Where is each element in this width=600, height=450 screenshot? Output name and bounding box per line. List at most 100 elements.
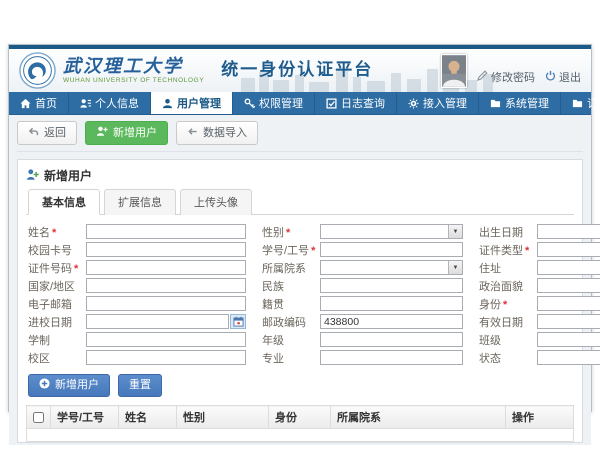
gender-label: 性别*: [262, 224, 320, 240]
native-place-input[interactable]: [320, 296, 463, 311]
major-label: 专业: [262, 350, 320, 366]
gender-field: 性别* ▼: [262, 224, 463, 239]
address-input[interactable]: [537, 260, 600, 275]
panel-tab-3[interactable]: 上传头像: [180, 189, 252, 215]
name-field: 姓名*: [28, 224, 246, 239]
change-password-label: 修改密码: [491, 69, 535, 85]
student-id-label: 学号/工号*: [262, 242, 320, 258]
folder-icon: [572, 98, 583, 109]
nav-tab-8[interactable]: 订阅管理: [561, 92, 600, 114]
import-arrow-icon: [187, 126, 198, 141]
required-asterisk: *: [52, 227, 56, 239]
nav-tab-1[interactable]: 首页: [9, 92, 69, 114]
platform-title: 统一身份认证平台: [221, 55, 373, 86]
chevron-down-icon[interactable]: ▼: [448, 225, 462, 238]
political-status-input[interactable]: [537, 278, 600, 293]
name-input[interactable]: [86, 224, 246, 239]
campus-input[interactable]: [86, 350, 246, 365]
email-label: 电子邮箱: [28, 296, 86, 312]
university-logo-icon: [19, 52, 56, 89]
department-select[interactable]: ▼: [320, 260, 463, 275]
country-region-field: 国家/地区: [28, 278, 246, 293]
data-import-button[interactable]: 数据导入: [176, 121, 258, 145]
id-number-input[interactable]: [86, 260, 246, 275]
school-system-label: 学制: [28, 332, 86, 348]
nav-tab-3[interactable]: 用户管理: [151, 92, 233, 114]
student-id-input[interactable]: [320, 242, 463, 257]
student-id-field: 学号/工号*: [262, 242, 463, 257]
plus-circle-icon: [39, 378, 50, 393]
ethnicity-input[interactable]: [320, 278, 463, 293]
submit-add-user-button[interactable]: 新增用户: [28, 374, 110, 397]
department-field: 所属院系 ▼: [262, 260, 463, 275]
email-input[interactable]: [86, 296, 246, 311]
add-user-toolbar-button[interactable]: 新增用户: [85, 121, 168, 145]
folder-icon: [490, 98, 501, 109]
user-table: 学号/工号姓名性别身份所属院系操作: [26, 405, 574, 442]
school-system-input[interactable]: [86, 332, 246, 347]
nav-tab-5[interactable]: 日志查询: [315, 92, 397, 114]
reset-button[interactable]: 重置: [118, 374, 162, 397]
power-icon: [545, 70, 556, 84]
home-icon: [20, 98, 31, 109]
name-label: 姓名*: [28, 224, 86, 240]
key-icon: [244, 98, 255, 109]
nav-tab-4[interactable]: 权限管理: [233, 92, 315, 114]
country-region-input[interactable]: [86, 278, 246, 293]
ethnicity-label: 民族: [262, 278, 320, 294]
campus-card-field: 校园卡号: [28, 242, 246, 257]
nav-tab-label: 接入管理: [423, 95, 467, 111]
country-region-label: 国家/地区: [28, 278, 86, 294]
campus-card-input[interactable]: [86, 242, 246, 257]
user-form: 姓名*性别*▼出生日期校园卡号学号/工号*证件类型*证件号码*所属院系▼住址国家…: [26, 215, 574, 370]
class-input[interactable]: [537, 332, 600, 347]
postal-code-input[interactable]: [320, 314, 463, 329]
reset-label: 重置: [129, 379, 151, 392]
campus-card-label: 校园卡号: [28, 242, 86, 258]
nav-tab-label: 首页: [35, 95, 57, 111]
grade-input[interactable]: [320, 332, 463, 347]
user-icon: [162, 98, 173, 109]
form-actions: 新增用户 重置: [26, 370, 574, 405]
status-label: 状态: [479, 350, 537, 366]
status-field: 状态: [479, 350, 600, 365]
address-label: 住址: [479, 260, 537, 276]
user-card-icon: [80, 98, 91, 109]
add-user-panel: 新增用户 基本信息扩展信息上传头像 姓名*性别*▼出生日期校园卡号学号/工号*证…: [17, 159, 583, 443]
nav-tab-7[interactable]: 系统管理: [479, 92, 561, 114]
gender-select[interactable]: ▼: [320, 224, 463, 239]
university-name-cn: 武汉理工大学: [63, 57, 204, 77]
calendar-icon[interactable]: [230, 314, 246, 329]
logout-link[interactable]: 退出: [545, 69, 581, 85]
user-plus-icon: [96, 125, 108, 141]
nav-tab-2[interactable]: 个人信息: [69, 92, 151, 114]
postal-code-field: 邮政编码: [262, 314, 463, 329]
entry-date-input[interactable]: [86, 314, 229, 329]
identity-input[interactable]: [537, 296, 600, 311]
chevron-down-icon[interactable]: ▼: [448, 261, 462, 274]
id-type-input[interactable]: [537, 242, 600, 257]
table-empty-row: [27, 429, 574, 442]
table-header-3: 性别: [177, 406, 269, 429]
nav-tab-6[interactable]: 接入管理: [397, 92, 479, 114]
birth-date-field: 出生日期: [479, 224, 600, 239]
panel-tab-1[interactable]: 基本信息: [28, 189, 100, 215]
status-input[interactable]: [537, 350, 600, 365]
department-label: 所属院系: [262, 260, 320, 276]
nav-tab-label: 用户管理: [177, 95, 221, 111]
major-input[interactable]: [320, 350, 463, 365]
id-type-field: 证件类型*: [479, 242, 600, 257]
address-field: 住址: [479, 260, 600, 275]
birth-date-input[interactable]: [537, 224, 600, 239]
add-user-toolbar-label: 新增用户: [113, 127, 157, 140]
valid-date-input[interactable]: [537, 314, 600, 329]
select-all-checkbox[interactable]: [33, 412, 44, 423]
change-password-link[interactable]: 修改密码: [477, 69, 535, 85]
table-header-2: 姓名: [119, 406, 177, 429]
campus-field: 校区: [28, 350, 246, 365]
panel-tab-2[interactable]: 扩展信息: [104, 189, 176, 215]
panel-title: 新增用户: [26, 165, 574, 189]
panel-title-label: 新增用户: [44, 167, 92, 184]
major-field: 专业: [262, 350, 463, 365]
back-button[interactable]: 返回: [17, 121, 77, 145]
